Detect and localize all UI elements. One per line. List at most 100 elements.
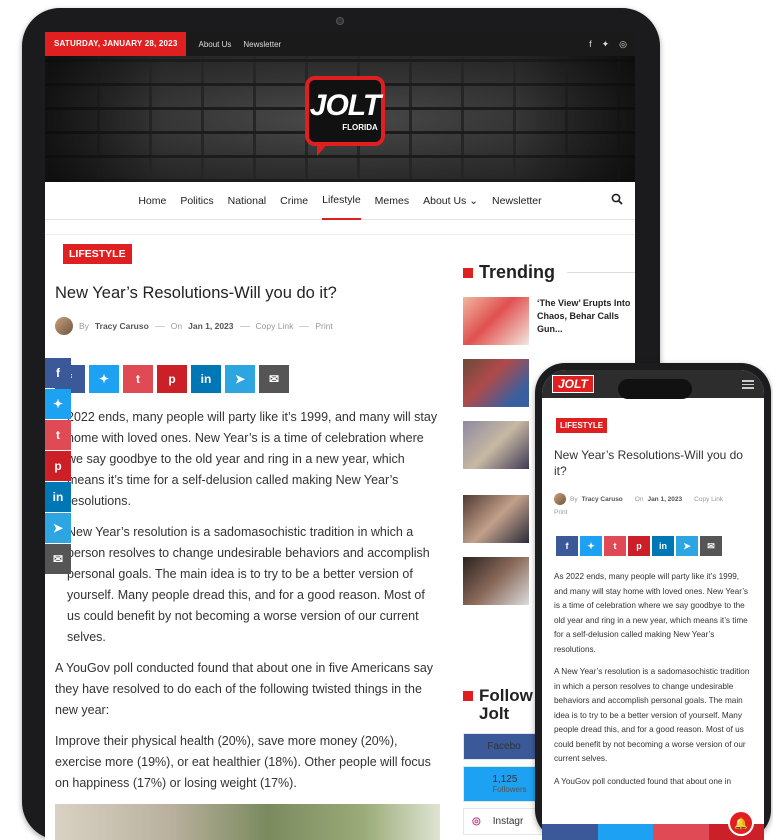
twitter-icon: ✦ [52,397,64,411]
share-twitter-button[interactable]: ✦ [45,389,71,419]
paragraph: Improve their physical health (20%), sav… [55,734,431,790]
nav-crime[interactable]: Crime [280,183,308,219]
tumblr-icon: t [56,428,60,442]
print-link[interactable]: Print [315,321,332,331]
author-avatar [55,317,73,335]
facebook-icon: f [472,741,476,752]
paragraph: A New Year’s resolution is a sadomasochi… [554,667,750,763]
paragraph: A YouGov poll conducted found that about… [55,661,434,717]
share-facebook-button[interactable] [542,824,598,840]
bell-icon[interactable]: 🔔 [728,810,754,836]
trending-item[interactable]: ‘The View’ Erupts Into Chaos, Behar Call… [463,297,635,345]
top-link-newsletter[interactable]: Newsletter [243,40,281,49]
share-email-button[interactable]: ✉ [45,544,71,574]
phone-screen: JOLT LIFESTYLE New Year’s Resolutions-Wi… [542,370,764,840]
menu-icon[interactable] [742,379,754,389]
share-email-button[interactable]: ✉ [700,536,722,556]
share-email-button[interactable]: ✉ [259,365,289,393]
search-icon[interactable] [611,193,623,205]
facebook-icon[interactable]: f [589,39,592,50]
article-image [55,804,440,840]
tumblr-icon: t [613,541,617,551]
follow-count-block: 1,125 Followers [492,774,526,794]
share-tumblr-button[interactable] [653,824,709,840]
share-pinterest-button[interactable]: p [157,365,187,393]
share-linkedin-button[interactable]: in [652,536,674,556]
print-link[interactable]: Print [554,509,752,516]
trending-title: Trending [479,262,555,282]
category-badge[interactable]: LIFESTYLE [63,244,132,264]
mail-icon: ✉ [268,372,280,386]
nav-home[interactable]: Home [138,183,166,219]
by-label: By [79,321,89,331]
share-telegram-button[interactable]: ➤ [676,536,698,556]
by-label: By [570,495,578,503]
nav-memes[interactable]: Memes [375,183,409,219]
share-tumblr-button[interactable]: t [123,365,153,393]
author-name[interactable]: Tracy Caruso [582,496,623,503]
nav-national[interactable]: National [228,183,267,219]
trending-thumbnail[interactable] [463,557,529,605]
share-facebook-button[interactable]: f [556,536,578,556]
phone-device: JOLT LIFESTYLE New Year’s Resolutions-Wi… [535,363,771,840]
twitter-icon: ✦ [98,372,110,386]
phone-category-badge[interactable]: LIFESTYLE [556,418,608,433]
nav-about-us[interactable]: About Us ⌄ [423,183,478,219]
trending-thumbnail[interactable] [463,297,529,345]
trending-thumbnail[interactable] [463,495,529,543]
instagram-icon[interactable]: ◎ [619,39,627,50]
heading-marker [463,267,473,278]
paragraph: A YouGov poll conducted found that about… [554,776,732,786]
meta-separator [239,325,250,327]
top-social-icons: f ✦ ◎ [589,39,635,50]
logo-word: JOLT [309,88,381,122]
share-pinterest-button[interactable]: p [628,536,650,556]
tumblr-icon: t [136,372,140,386]
follow-label: Instagr [492,816,524,827]
heading-rule [567,272,635,273]
top-link-about[interactable]: About Us [198,40,231,49]
nav-about-label: About Us [423,194,467,207]
follow-title: Follow Jolt [479,686,533,723]
nav-lifestyle[interactable]: Lifestyle [322,182,361,220]
share-pinterest-button[interactable]: p [45,451,71,481]
share-twitter-button[interactable]: ✦ [580,536,602,556]
nav-newsletter[interactable]: Newsletter [492,183,542,219]
share-facebook-button[interactable]: f [45,358,71,388]
meta-separator [154,325,165,327]
twitter-icon[interactable]: ✦ [602,39,610,50]
nav-politics[interactable]: Politics [180,183,213,219]
share-linkedin-button[interactable]: in [45,482,71,512]
author-name[interactable]: Tracy Caruso [95,321,149,331]
copy-link[interactable]: Copy Link [694,496,723,503]
share-twitter-button[interactable] [597,824,653,840]
site-logo[interactable]: JOLT FLORIDA [305,76,385,156]
trending-thumbnail[interactable] [463,421,529,469]
telegram-icon: ➤ [683,540,691,551]
share-twitter-button[interactable]: ✦ [89,365,119,393]
share-tumblr-button[interactable]: t [604,536,626,556]
header-banner: JOLT FLORIDA [45,56,635,182]
share-telegram-button[interactable]: ➤ [225,365,255,393]
phone-logo[interactable]: JOLT [552,375,594,393]
share-tumblr-button[interactable]: t [45,420,71,450]
share-linkedin-button[interactable]: in [191,365,221,393]
trending-thumbnail[interactable] [463,359,529,407]
top-bar: SATURDAY, JANUARY 28, 2023 About Us News… [45,32,635,56]
copy-link[interactable]: Copy Link [256,321,294,331]
phone-article-meta: By Tracy Caruso On Jan 1, 2023 Copy Link… [554,493,752,516]
phone-notch [618,379,692,399]
article-body: 2022 ends, many people will party like i… [55,407,440,840]
date-badge: SATURDAY, JANUARY 28, 2023 [45,32,187,56]
on-label: On [170,321,183,331]
telegram-icon: ➤ [52,521,64,535]
main-nav: Home Politics National Crime Lifestyle M… [45,182,635,220]
nav-divider [45,234,635,235]
article-meta: By Tracy Caruso On Jan 1, 2023 Copy Link… [55,317,440,335]
meta-separator [299,325,310,327]
phone-article-body: As 2022 ends, many people will party lik… [554,570,750,789]
mockup-stage: SATURDAY, JANUARY 28, 2023 About Us News… [0,0,773,840]
telegram-icon: ➤ [234,372,246,386]
share-telegram-button[interactable]: ➤ [45,513,71,543]
trending-item-title[interactable]: ‘The View’ Erupts Into Chaos, Behar Call… [537,297,635,345]
